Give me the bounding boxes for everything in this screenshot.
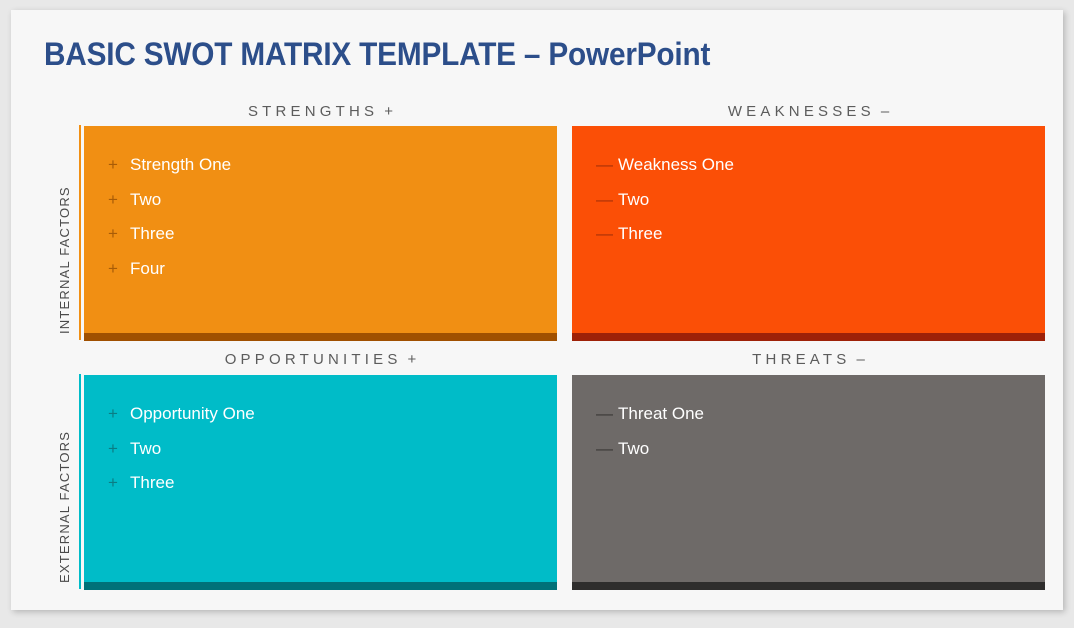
threats-list: — Threat One — Two bbox=[572, 375, 1045, 466]
list-item[interactable]: + Strength One bbox=[84, 148, 557, 183]
list-item-label: Two bbox=[130, 189, 162, 209]
page-title: BASIC SWOT MATRIX TEMPLATE – PowerPoint bbox=[44, 36, 711, 72]
opportunities-accent-bar bbox=[84, 582, 557, 590]
dash-icon: — bbox=[596, 404, 613, 423]
list-item-label: Weakness One bbox=[618, 155, 734, 174]
plus-icon: + bbox=[108, 438, 118, 458]
plus-icon: + bbox=[108, 155, 118, 174]
heading-strengths: STRENGTHS + bbox=[247, 103, 394, 120]
heading-opportunities: OPPORTUNITIES + bbox=[224, 351, 417, 368]
quadrant-threats[interactable]: — Threat One — Two bbox=[572, 375, 1045, 590]
list-item[interactable]: + Two bbox=[84, 432, 557, 467]
heading-weaknesses: WEAKNESSES – bbox=[727, 103, 890, 120]
list-item[interactable]: — Three bbox=[572, 217, 1045, 252]
slide-canvas: BASIC SWOT MATRIX TEMPLATE – PowerPoint … bbox=[11, 10, 1063, 610]
list-item[interactable]: + Three bbox=[84, 466, 557, 501]
list-item-label: Threat One bbox=[618, 404, 704, 423]
plus-icon: + bbox=[108, 473, 118, 492]
plus-icon: + bbox=[108, 224, 118, 243]
list-item-label: Two bbox=[130, 438, 162, 458]
list-item-label: Three bbox=[130, 473, 175, 492]
quadrant-strengths[interactable]: + Strength One + Two + Three + Four bbox=[84, 126, 557, 341]
list-item[interactable]: — Two bbox=[572, 432, 1045, 467]
dash-icon: — bbox=[596, 155, 613, 174]
weaknesses-list: — Weakness One — Two — Three bbox=[572, 126, 1045, 252]
external-factors-axis-line bbox=[79, 374, 81, 589]
list-item[interactable]: + Four bbox=[84, 252, 557, 287]
list-item-label: Three bbox=[130, 224, 175, 243]
internal-factors-label: INTERNAL FACTORS bbox=[57, 186, 72, 334]
list-item-label: Three bbox=[618, 224, 663, 243]
strengths-list: + Strength One + Two + Three + Four bbox=[84, 126, 557, 286]
external-factors-label: EXTERNAL FACTORS bbox=[57, 430, 72, 583]
dash-icon: — bbox=[596, 224, 613, 243]
list-item-label: Two bbox=[618, 438, 650, 458]
list-item-label: Strength One bbox=[130, 155, 232, 174]
opportunities-list: + Opportunity One + Two + Three bbox=[84, 375, 557, 501]
weaknesses-accent-bar bbox=[572, 333, 1045, 341]
threats-accent-bar bbox=[572, 582, 1045, 590]
heading-threats: THREATS – bbox=[752, 351, 865, 368]
list-item[interactable]: — Weakness One bbox=[572, 148, 1045, 183]
list-item[interactable]: — Two bbox=[572, 183, 1045, 218]
quadrant-opportunities[interactable]: + Opportunity One + Two + Three bbox=[84, 375, 557, 590]
list-item[interactable]: — Threat One bbox=[572, 397, 1045, 432]
dash-icon: — bbox=[596, 189, 613, 209]
internal-factors-axis-line bbox=[79, 125, 81, 340]
list-item-label: Four bbox=[130, 258, 165, 278]
dash-icon: — bbox=[596, 438, 613, 458]
list-item-label: Two bbox=[618, 189, 650, 209]
list-item[interactable]: + Two bbox=[84, 183, 557, 218]
quadrant-weaknesses[interactable]: — Weakness One — Two — Three bbox=[572, 126, 1045, 341]
list-item[interactable]: + Three bbox=[84, 217, 557, 252]
plus-icon: + bbox=[108, 189, 118, 209]
list-item-label: Opportunity One bbox=[130, 404, 255, 423]
plus-icon: + bbox=[108, 258, 118, 278]
list-item[interactable]: + Opportunity One bbox=[84, 397, 557, 432]
strengths-accent-bar bbox=[84, 333, 557, 341]
plus-icon: + bbox=[108, 404, 118, 423]
